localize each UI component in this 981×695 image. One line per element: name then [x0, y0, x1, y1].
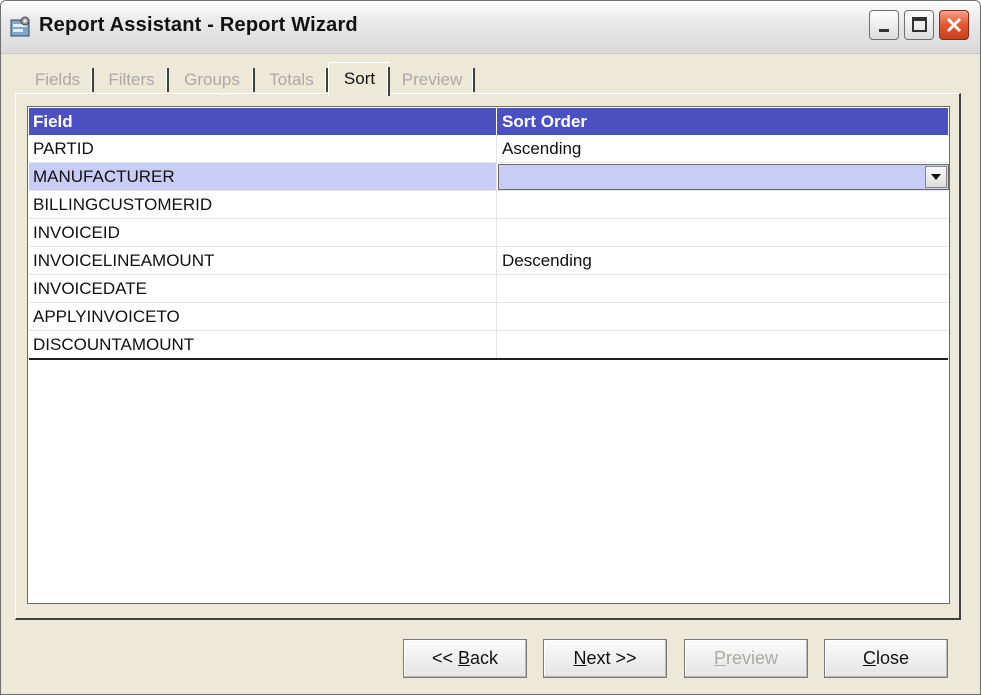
table-row[interactable]: INVOICEID	[29, 219, 948, 247]
button-label-post: ack	[470, 648, 499, 668]
close-window-button[interactable]	[939, 10, 969, 40]
table-header: Field Sort Order	[29, 108, 948, 135]
field-cell[interactable]: PARTID	[29, 135, 497, 162]
tab-label: Preview	[401, 70, 463, 89]
title-bar[interactable]: Report Assistant - Report Wizard	[1, 1, 980, 54]
column-header-sort-order[interactable]: Sort Order	[498, 108, 948, 135]
tab-totals[interactable]: Totals	[255, 65, 328, 94]
button-label-post: ext >>	[586, 648, 637, 668]
field-cell[interactable]: BILLINGCUSTOMERID	[29, 191, 497, 218]
dropdown-button[interactable]	[925, 166, 947, 188]
field-cell[interactable]: APPLYINVOICETO	[29, 303, 497, 330]
dropdown-arrow-icon	[931, 174, 941, 180]
sort-order-cell[interactable]: Ascending	[498, 135, 948, 162]
column-header-field[interactable]: Field	[29, 108, 497, 135]
table-row[interactable]: BILLINGCUSTOMERID	[29, 191, 948, 219]
window-title: Report Assistant - Report Wizard	[39, 14, 358, 36]
sort-order-cell[interactable]	[498, 275, 948, 302]
tab-label: Filters	[108, 70, 155, 89]
table-row[interactable]: INVOICELINEAMOUNT Descending	[29, 247, 948, 275]
report-wizard-window: Report Assistant - Report Wizard Fields …	[0, 0, 981, 695]
mnemonic-letter: N	[573, 648, 587, 668]
field-cell[interactable]: MANUFACTURER	[29, 163, 497, 190]
tab-label: Groups	[184, 70, 240, 89]
sort-order-cell[interactable]: Descending	[498, 247, 948, 274]
sort-order-cell[interactable]	[498, 219, 948, 246]
tab-fields[interactable]: Fields	[21, 65, 94, 94]
close-button[interactable]: Close	[824, 639, 948, 678]
tab-label: Fields	[34, 70, 81, 89]
table-row[interactable]: PARTID Ascending	[29, 135, 948, 163]
button-label-post: lose	[875, 648, 910, 668]
preview-button[interactable]: Preview	[684, 639, 808, 678]
app-icon	[10, 16, 32, 38]
minimize-button[interactable]	[869, 10, 899, 40]
tab-groups[interactable]: Groups	[169, 65, 255, 94]
mnemonic-letter: C	[862, 648, 876, 668]
tab-label: Sort	[343, 69, 376, 88]
mnemonic-letter: P	[713, 648, 726, 668]
sort-order-cell[interactable]	[498, 303, 948, 330]
sort-table[interactable]: Field Sort Order PARTID Ascending MANUFA…	[27, 106, 950, 604]
next-button[interactable]: Next >>	[543, 639, 667, 678]
tab-sort[interactable]: Sort	[328, 62, 390, 96]
tab-label: Totals	[269, 70, 314, 89]
tab-filters[interactable]: Filters	[94, 65, 169, 94]
field-cell[interactable]: INVOICEID	[29, 219, 497, 246]
back-button[interactable]: << Back	[403, 639, 527, 678]
field-cell[interactable]: INVOICEDATE	[29, 275, 497, 302]
table-body: PARTID Ascending MANUFACTURER BILLINGCUS…	[29, 135, 949, 360]
maximize-icon	[912, 17, 927, 32]
close-icon	[946, 17, 962, 33]
table-row[interactable]: APPLYINVOICETO	[29, 303, 948, 331]
button-label-post: review	[726, 648, 779, 668]
table-row[interactable]: DISCOUNTAMOUNT	[29, 331, 948, 360]
tab-preview[interactable]: Preview	[389, 65, 475, 94]
sort-order-dropdown[interactable]	[498, 164, 949, 190]
sort-order-cell[interactable]	[498, 191, 948, 218]
field-cell[interactable]: INVOICELINEAMOUNT	[29, 247, 497, 274]
maximize-button[interactable]	[904, 10, 934, 40]
minimize-icon	[879, 29, 889, 32]
table-row[interactable]: INVOICEDATE	[29, 275, 948, 303]
button-label-pre: <<	[431, 648, 458, 668]
sort-order-cell[interactable]	[498, 331, 948, 358]
table-row-selected[interactable]: MANUFACTURER	[29, 163, 949, 191]
mnemonic-letter: B	[458, 648, 471, 668]
field-cell[interactable]: DISCOUNTAMOUNT	[29, 331, 497, 358]
